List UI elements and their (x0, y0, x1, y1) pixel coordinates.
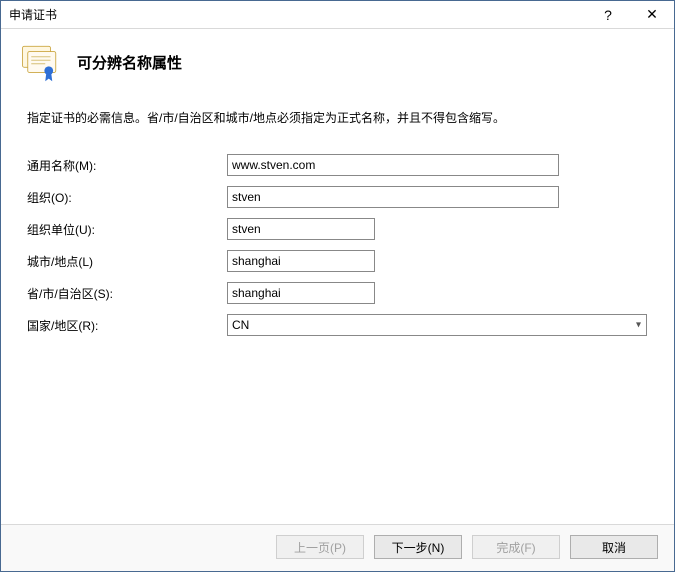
window-title: 申请证书 (9, 6, 57, 23)
input-common-name[interactable] (227, 154, 559, 176)
row-state: 省/市/自治区(S): (27, 282, 648, 304)
help-button[interactable]: ? (586, 1, 630, 29)
row-city: 城市/地点(L) (27, 250, 648, 272)
select-country-wrap: CN ▾ (227, 314, 647, 336)
page-heading: 可分辨名称属性 (77, 52, 182, 73)
label-organization: 组织(O): (27, 189, 227, 206)
header: 可分辨名称属性 (1, 29, 674, 91)
cancel-button[interactable]: 取消 (570, 535, 658, 559)
titlebar: 申请证书 ? ✕ (1, 1, 674, 29)
input-state[interactable] (227, 282, 375, 304)
certificate-icon (19, 41, 61, 83)
help-icon: ? (604, 7, 612, 23)
row-common-name: 通用名称(M): (27, 154, 648, 176)
label-state: 省/市/自治区(S): (27, 285, 227, 302)
close-button[interactable]: ✕ (630, 1, 674, 29)
label-common-name: 通用名称(M): (27, 157, 227, 174)
footer: 上一页(P) 下一步(N) 完成(F) 取消 (1, 524, 674, 571)
label-country: 国家/地区(R): (27, 317, 227, 334)
next-button[interactable]: 下一步(N) (374, 535, 462, 559)
input-org-unit[interactable] (227, 218, 375, 240)
label-org-unit: 组织单位(U): (27, 221, 227, 238)
previous-button: 上一页(P) (276, 535, 364, 559)
row-org-unit: 组织单位(U): (27, 218, 648, 240)
instruction-text: 指定证书的必需信息。省/市/自治区和城市/地点必须指定为正式名称，并且不得包含缩… (27, 109, 648, 128)
finish-button: 完成(F) (472, 535, 560, 559)
row-organization: 组织(O): (27, 186, 648, 208)
dialog-window: 申请证书 ? ✕ 可分辨名称属性 指定证书的必需信息。省/市/自治区和城市/地点… (0, 0, 675, 572)
body: 指定证书的必需信息。省/市/自治区和城市/地点必须指定为正式名称，并且不得包含缩… (1, 91, 674, 524)
close-icon: ✕ (646, 6, 658, 23)
input-city[interactable] (227, 250, 375, 272)
row-country: 国家/地区(R): CN ▾ (27, 314, 648, 336)
select-country[interactable]: CN (227, 314, 647, 336)
input-organization[interactable] (227, 186, 559, 208)
label-city: 城市/地点(L) (27, 253, 227, 270)
